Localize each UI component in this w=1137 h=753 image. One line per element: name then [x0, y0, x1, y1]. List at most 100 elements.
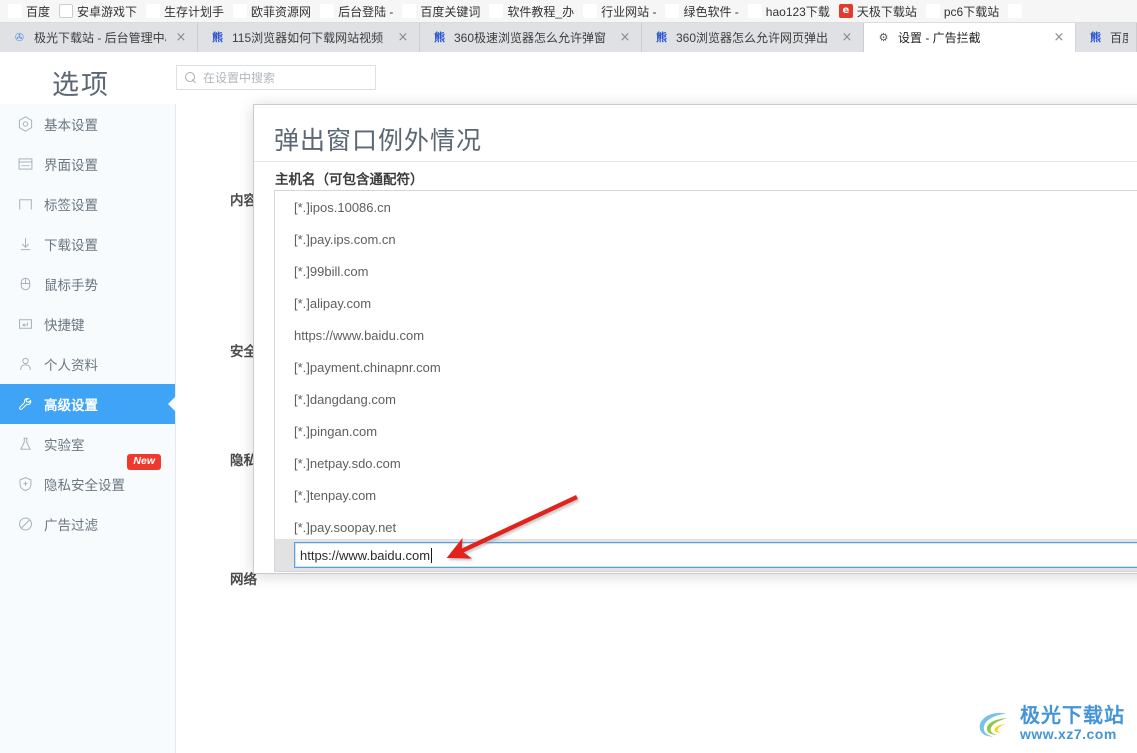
arrow-circle-icon: ➔ — [233, 4, 248, 18]
watermark-title: 极光下载站 — [1020, 705, 1125, 728]
browser-tab[interactable]: ✇ 极光下载站 - 后台管理中心 × — [0, 23, 198, 52]
list-item[interactable]: [*.]dangdang.com — [275, 383, 1137, 415]
list-item[interactable]: [*.]tenpay.com — [275, 479, 1137, 511]
bookmark-item[interactable]: Y 绿色软件 - — [663, 1, 745, 22]
tab-close-icon[interactable]: × — [395, 30, 411, 46]
e-icon: e — [838, 4, 853, 18]
bookmark-item[interactable]: 熊百度 — [6, 1, 57, 22]
sidebar-item-label: 基本设置 — [44, 118, 98, 133]
bookmark-label: 后台登陆 - — [338, 4, 394, 19]
tab-title: 百度 — [1110, 31, 1128, 45]
sidebar-item-label: 个人资料 — [44, 358, 98, 373]
sidebar-item-10[interactable]: 广告过滤 — [0, 504, 175, 544]
bookmark-item[interactable]: ▤ 安卓游戏下 — [57, 1, 144, 22]
sidebar-item-9[interactable]: 隐私安全设置 New — [0, 454, 175, 504]
list-item[interactable]: [*.]pay.ips.com.cn — [275, 223, 1137, 255]
sidebar-item-1[interactable]: 界面设置 — [0, 144, 175, 184]
settings-sidebar: 基本设置 界面设置 标签设置 下载设置 鼠标手势 快捷键 个人资料 高级设置 实验室 隐私安全设置… — [0, 104, 176, 753]
bookmark-label: 百度 — [26, 4, 51, 19]
popup-exceptions-dialog: 弹出窗口例外情况 主机名（可包含通配符） [*.]ipos.10086.cn [*… — [253, 104, 1137, 574]
bookmark-label: 欧菲资源网 — [251, 4, 312, 19]
bookmark-item[interactable]: e 天极下载站 — [837, 1, 924, 22]
tab-title: 360浏览器怎么允许网页弹出 — [676, 31, 829, 45]
list-item[interactable]: [*.]netpay.sdo.com — [275, 447, 1137, 479]
watermark-url: www.xz7.com — [1020, 726, 1117, 743]
browser-tab[interactable]: 熊 115浏览器如何下载网站视频 × — [198, 23, 420, 52]
sidebar-item-label: 实验室 — [44, 438, 85, 453]
exception-list[interactable]: [*.]ipos.10086.cn [*.]pay.ips.com.cn [*.]9… — [274, 190, 1137, 572]
wrench-icon — [17, 396, 34, 413]
hostname-input-value: https://www.baidu.com — [300, 547, 431, 563]
bookmark-label: 行业网站 - — [601, 4, 657, 19]
baidu-paw-icon: 熊 — [212, 31, 223, 44]
sidebar-item-label: 高级设置 — [44, 398, 98, 413]
bookmark-item[interactable]: ✾ 软件教程_办 — [487, 1, 581, 22]
dialog-title: 弹出窗口例外情况 — [274, 127, 483, 155]
window-icon — [17, 156, 34, 173]
browser-window: 熊百度 ▤ 安卓游戏下 ➔ 生存计划手 ➔ 欧菲资源网 ✇ 后台登陆 - ❏ 百度关键词 ✾ 软件教程_… — [0, 0, 1137, 753]
list-item[interactable]: [*.]pingan.com — [275, 415, 1137, 447]
tab-icon — [17, 196, 34, 213]
browser-tab[interactable]: 熊 360浏览器怎么允许网页弹出 × — [642, 23, 864, 52]
sidebar-item-label: 广告过滤 — [44, 518, 98, 533]
sidebar-item-5[interactable]: 快捷键 — [0, 304, 175, 344]
bookmark-item[interactable]: ❏ 百度关键词 — [400, 1, 487, 22]
sidebar-item-label: 隐私安全设置 — [44, 478, 125, 493]
download-icon — [17, 236, 34, 253]
shield-plus-icon — [17, 476, 34, 493]
bookmark-label: 软件教程_办 — [507, 4, 575, 19]
search-input[interactable]: 在设置中搜索 — [176, 65, 376, 90]
bookmark-item[interactable]: ⇗ 行业网站 - — [581, 1, 663, 22]
sidebar-item-6[interactable]: 个人资料 — [0, 344, 175, 384]
sidebar-item-4[interactable]: 鼠标手势 — [0, 264, 175, 304]
browser-tab[interactable]: ⚙ 设置 - 广告拦截 × — [864, 23, 1076, 52]
bookmark-label: 天极下载站 — [856, 4, 917, 19]
list-item[interactable]: https://www.baidu.com — [275, 319, 1137, 351]
sidebar-item-7[interactable]: 高级设置 — [0, 384, 175, 424]
bookmark-item[interactable]: G — [1006, 1, 1033, 22]
bookmark-item[interactable]: ✔ hao123下载 — [746, 1, 837, 22]
tab-close-icon[interactable]: × — [839, 30, 855, 46]
swirl-logo-icon — [979, 712, 1008, 737]
sidebar-item-0[interactable]: 基本设置 — [0, 104, 175, 144]
sidebar-item-label: 下载设置 — [44, 238, 98, 253]
tab-close-icon[interactable]: × — [617, 30, 633, 46]
hostname-input[interactable]: https://www.baidu.com — [294, 542, 1137, 568]
list-item[interactable]: [*.]alipay.com — [275, 287, 1137, 319]
text-caret — [431, 547, 433, 563]
list-item[interactable]: [*.]99bill.com — [275, 255, 1137, 287]
y-icon: Y — [665, 4, 680, 18]
hostname-column-header: 主机名（可包含通配符） — [275, 172, 424, 187]
bookmark-label: 百度关键词 — [420, 4, 481, 19]
baidu-paw-icon: 熊 — [1090, 31, 1101, 44]
swirl-icon: ✇ — [14, 31, 25, 44]
mouse-icon — [17, 276, 34, 293]
baidu-paw-icon: 熊 — [8, 4, 22, 18]
bookmark-item[interactable]: 6 pc6下载站 — [924, 1, 1006, 22]
tab-close-icon[interactable]: × — [173, 30, 189, 46]
browser-tab[interactable]: 熊百度 — [1076, 23, 1137, 52]
search-placeholder: 在设置中搜索 — [203, 71, 276, 85]
google-icon: G — [1008, 4, 1023, 18]
tab-title: 360极速浏览器怎么允许弹窗 — [454, 31, 607, 45]
document-icon: ▤ — [59, 4, 74, 18]
bookmark-label: hao123下载 — [765, 4, 830, 19]
sidebar-item-label: 快捷键 — [44, 318, 85, 333]
list-item[interactable]: [*.]ipos.10086.cn — [275, 191, 1137, 223]
new-entry-row[interactable]: https://www.baidu.com — [275, 539, 1137, 571]
sidebar-item-2[interactable]: 标签设置 — [0, 184, 175, 224]
watermark: 极光下载站 www.xz7.com — [975, 705, 1125, 743]
tab-close-icon[interactable]: × — [1051, 30, 1067, 46]
bookmark-label: 绿色软件 - — [683, 4, 739, 19]
bookmark-item[interactable]: ✇ 后台登陆 - — [318, 1, 400, 22]
bookmark-item[interactable]: ➔ 欧菲资源网 — [231, 1, 318, 22]
leaf-square-icon: ❏ — [402, 4, 417, 18]
sidebar-item-3[interactable]: 下载设置 — [0, 224, 175, 264]
keyboard-icon — [17, 316, 34, 333]
browser-tab[interactable]: 熊 360极速浏览器怎么允许弹窗 × — [420, 23, 642, 52]
baidu-paw-icon: 熊 — [434, 31, 445, 44]
bookmark-item[interactable]: ➔ 生存计划手 — [144, 1, 231, 22]
list-item[interactable]: [*.]payment.chinapnr.com — [275, 351, 1137, 383]
user-icon — [17, 356, 34, 373]
status-badge: New — [127, 454, 161, 471]
